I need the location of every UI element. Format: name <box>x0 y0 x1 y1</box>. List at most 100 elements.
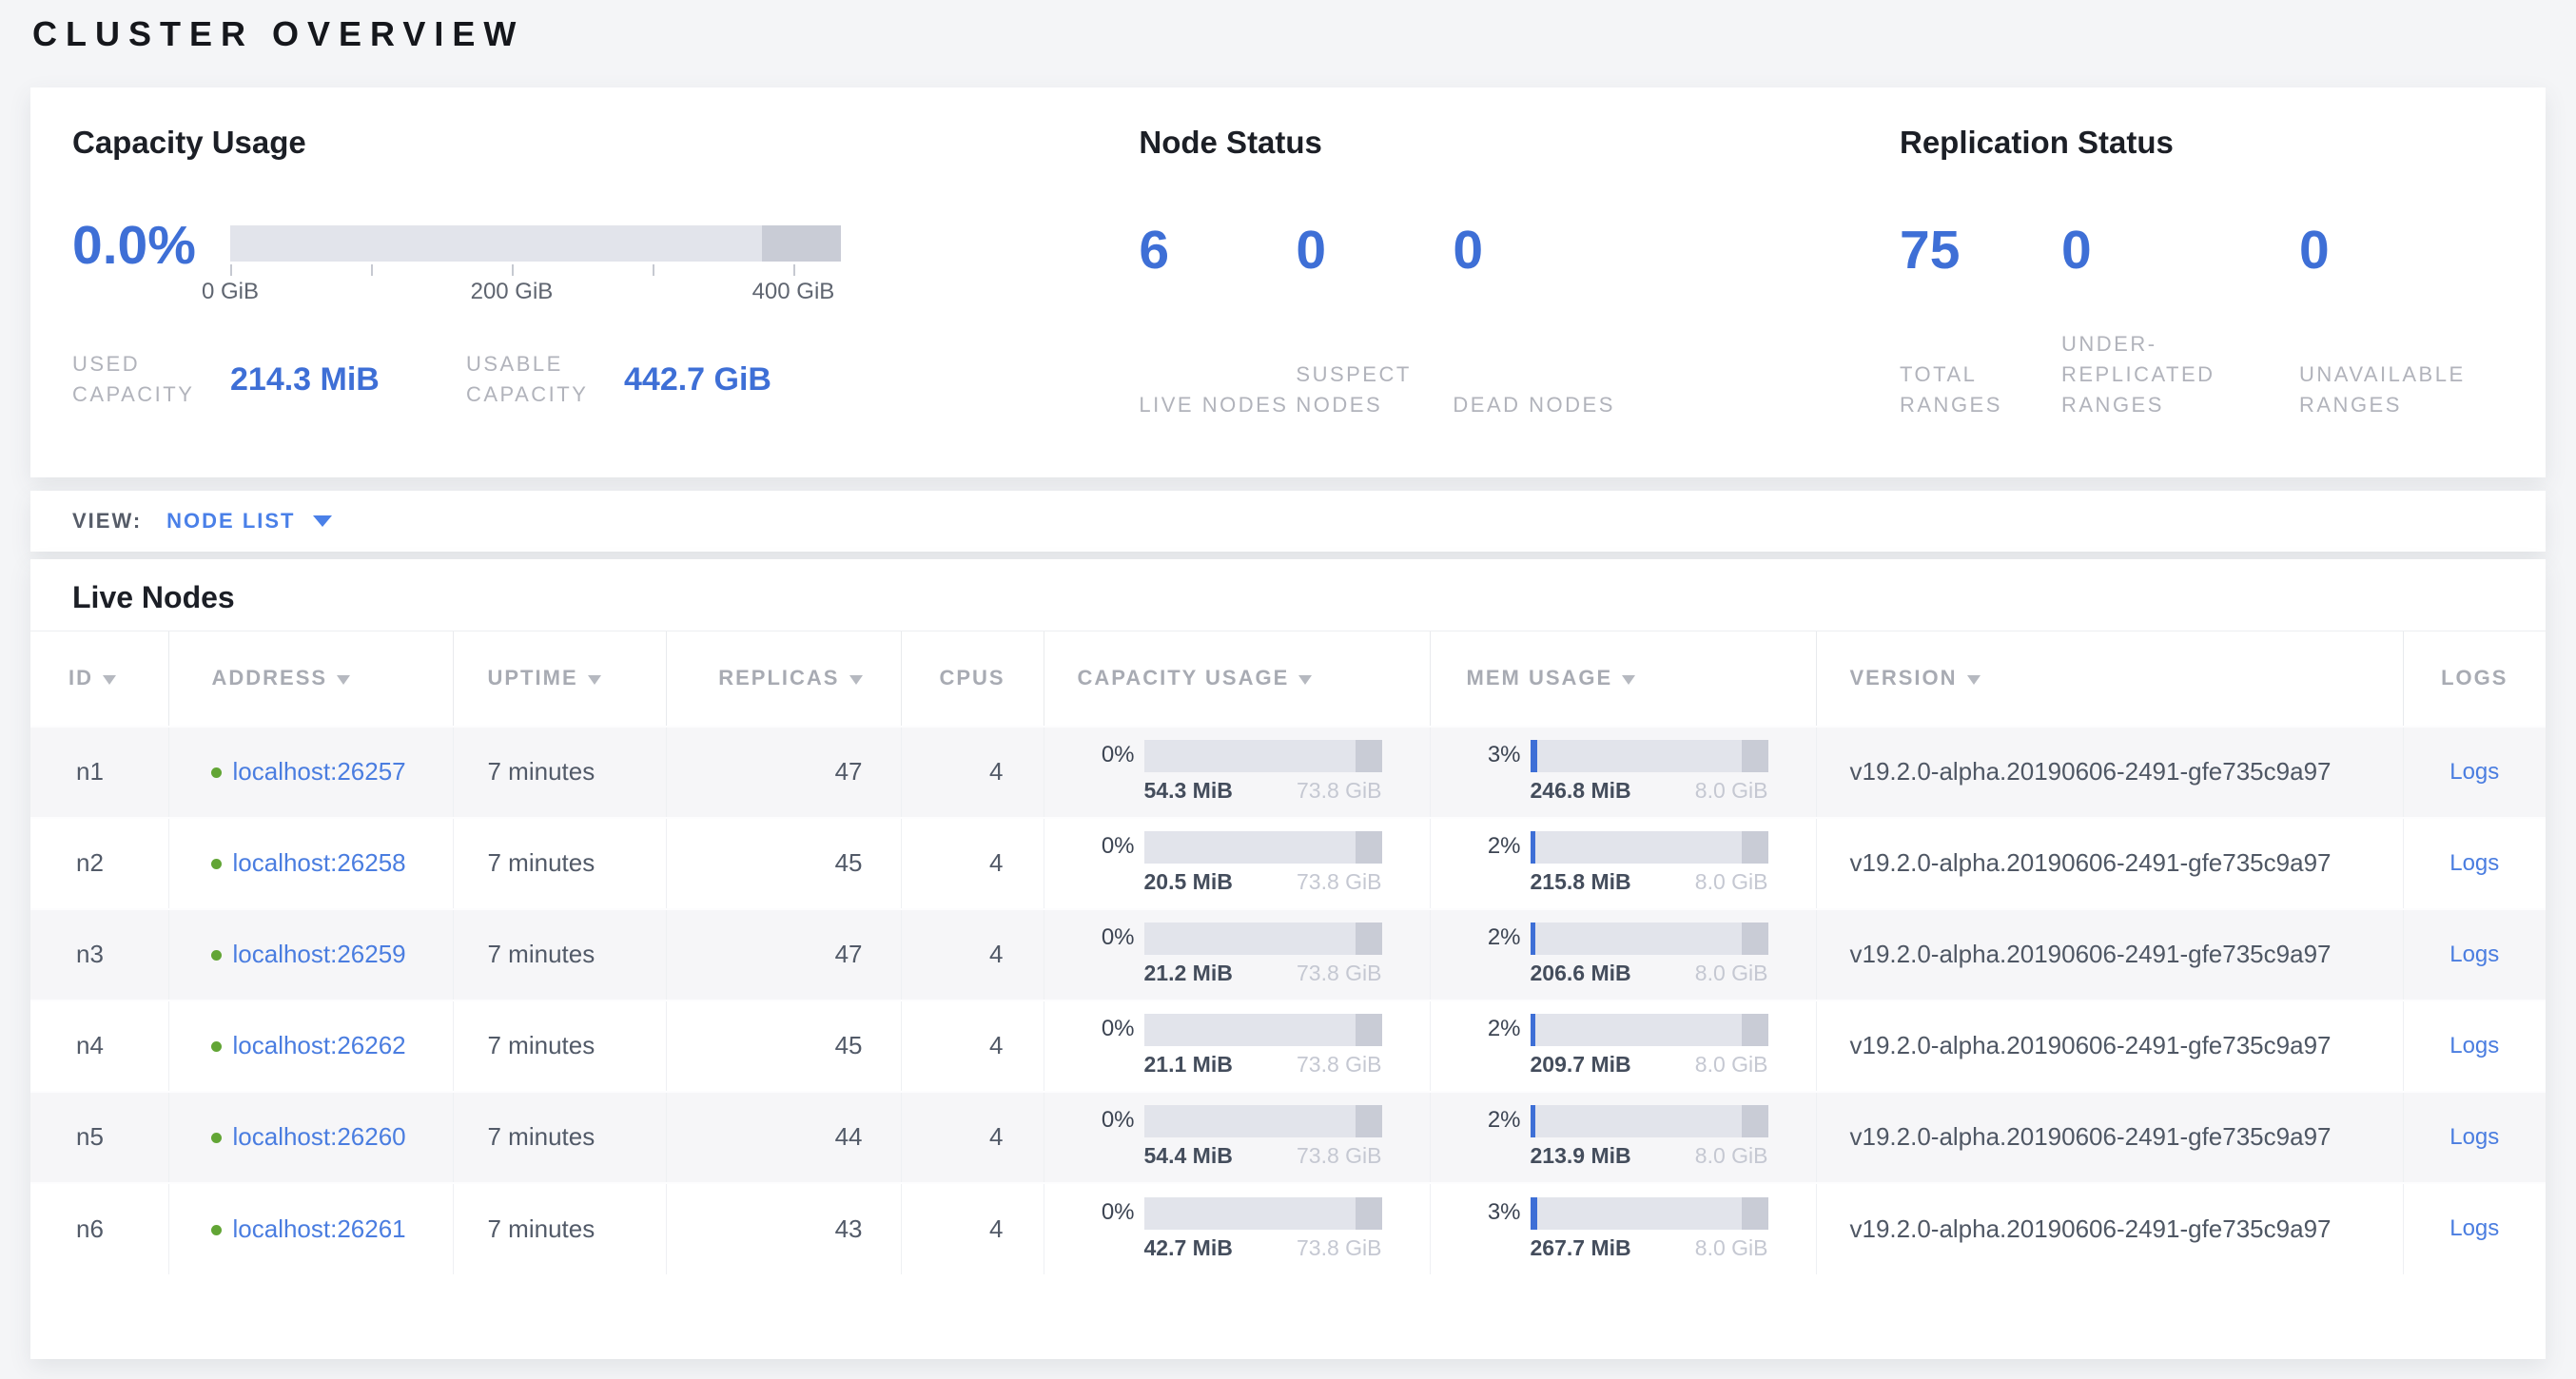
tick-label-0: 0 GiB <box>202 279 259 305</box>
mem-bar-reserved <box>1742 831 1768 864</box>
table-row: n4 localhost:26262 7 minutes 45 4 0% 21.… <box>30 1000 2546 1092</box>
node-address-link[interactable]: localhost:26259 <box>233 940 406 968</box>
sort-desc-icon <box>337 675 350 685</box>
tick-label-400: 400 GiB <box>752 279 835 305</box>
used-capacity-label: USED CAPACITY <box>72 349 230 410</box>
column-header-replicas[interactable]: REPLICAS <box>666 631 901 727</box>
node-address-link[interactable]: localhost:26262 <box>233 1031 406 1059</box>
capacity-total-value: 73.8 GiB <box>1297 1235 1382 1261</box>
mem-bar-fill <box>1531 740 1538 772</box>
total-ranges-value: 75 <box>1900 217 2061 283</box>
capacity-bar <box>1144 1105 1382 1137</box>
node-cpus: 4 <box>901 1183 1044 1274</box>
node-id: n6 <box>30 1183 168 1274</box>
node-live-dot <box>211 950 222 961</box>
sort-desc-icon <box>1622 675 1635 685</box>
chevron-down-icon <box>313 515 332 527</box>
replication-status-section: Replication Status 75 TOTAL RANGES 0 UND… <box>1900 122 2504 477</box>
mem-used-value: 206.6 MiB <box>1531 961 1631 986</box>
mem-bar <box>1531 1105 1768 1137</box>
node-cpus: 4 <box>901 818 1044 909</box>
node-live-dot <box>211 859 222 869</box>
mem-total-value: 8.0 GiB <box>1695 1143 1768 1169</box>
node-capacity-usage: 0% 54.4 MiB73.8 GiB <box>1044 1092 1430 1183</box>
suspect-nodes-label: SUSPECT NODES <box>1296 359 1453 420</box>
capacity-bar <box>1144 1197 1382 1230</box>
node-replicas: 45 <box>666 1000 901 1092</box>
used-capacity-value: 214.3 MiB <box>230 361 466 398</box>
node-cpus: 4 <box>901 727 1044 818</box>
node-logs-link[interactable]: Logs <box>2449 759 2499 785</box>
node-capacity-usage: 0% 21.1 MiB73.8 GiB <box>1044 1000 1430 1092</box>
mem-used-value: 209.7 MiB <box>1531 1052 1631 1078</box>
mem-percent-label: 2% <box>1464 1014 1521 1042</box>
capacity-total-value: 73.8 GiB <box>1297 1143 1382 1169</box>
node-id: n3 <box>30 909 168 1000</box>
node-uptime: 7 minutes <box>453 818 666 909</box>
column-header-uptime[interactable]: UPTIME <box>453 631 666 727</box>
column-header-capacity-usage[interactable]: CAPACITY USAGE <box>1044 631 1430 727</box>
view-label: VIEW: <box>72 509 142 534</box>
node-live-dot <box>211 1133 222 1143</box>
cluster-overview-page: CLUSTER OVERVIEW Capacity Usage 0.0% 0 G… <box>0 0 2576 1359</box>
column-header-version[interactable]: VERSION <box>1816 631 2403 727</box>
mem-bar-reserved <box>1742 923 1768 955</box>
unavailable-ranges-stat: 0 UNAVAILABLE RANGES <box>2299 217 2504 420</box>
node-mem-usage: 3% 246.8 MiB8.0 GiB <box>1430 727 1816 818</box>
node-mem-usage: 2% 213.9 MiB8.0 GiB <box>1430 1092 1816 1183</box>
node-version: v19.2.0-alpha.20190606-2491-gfe735c9a97 <box>1816 818 2403 909</box>
mem-bar-fill <box>1531 1197 1538 1230</box>
view-dropdown-value[interactable]: NODE LIST <box>166 509 295 534</box>
node-id: n5 <box>30 1092 168 1183</box>
replication-status-title: Replication Status <box>1900 122 2504 164</box>
cluster-summary-panel: Capacity Usage 0.0% 0 GiB 200 GiB 400 Gi… <box>30 87 2546 477</box>
node-status-section: Node Status 6 LIVE NODES 0 SUSPECT NODES… <box>1139 122 1900 477</box>
column-header-address[interactable]: ADDRESS <box>168 631 453 727</box>
sort-desc-icon <box>588 675 601 685</box>
capacity-bar <box>1144 923 1382 955</box>
node-address-link[interactable]: localhost:26260 <box>233 1122 406 1151</box>
mem-bar-reserved <box>1742 1197 1768 1230</box>
table-row: n3 localhost:26259 7 minutes 47 4 0% 21.… <box>30 909 2546 1000</box>
page-title: CLUSTER OVERVIEW <box>32 13 2546 55</box>
suspect-nodes-stat: 0 SUSPECT NODES <box>1296 217 1453 420</box>
node-address-link[interactable]: localhost:26261 <box>233 1214 406 1243</box>
node-address-link[interactable]: localhost:26258 <box>233 848 406 877</box>
node-mem-usage: 3% 267.7 MiB8.0 GiB <box>1430 1183 1816 1274</box>
table-header-row: ID ADDRESS UPTIME REPLICAS CPUS CAPACITY… <box>30 631 2546 727</box>
column-header-cpus: CPUS <box>901 631 1044 727</box>
usable-capacity-stat: USABLE CAPACITY 442.7 GiB <box>466 349 860 410</box>
mem-used-value: 213.9 MiB <box>1531 1143 1631 1169</box>
table-row: n5 localhost:26260 7 minutes 44 4 0% 54.… <box>30 1092 2546 1183</box>
node-live-dot <box>211 1041 222 1052</box>
node-logs-link[interactable]: Logs <box>2449 1124 2499 1150</box>
mem-total-value: 8.0 GiB <box>1695 1052 1768 1078</box>
mem-bar-fill <box>1531 1014 1535 1046</box>
total-ranges-label: TOTAL RANGES <box>1900 359 2061 420</box>
node-uptime: 7 minutes <box>453 1000 666 1092</box>
column-header-mem-usage[interactable]: MEM USAGE <box>1430 631 1816 727</box>
sort-desc-icon <box>103 675 116 685</box>
column-header-id[interactable]: ID <box>30 631 168 727</box>
node-address-link[interactable]: localhost:26257 <box>233 757 406 786</box>
capacity-percent-label: 0% <box>1078 1197 1135 1226</box>
capacity-bar <box>1144 1014 1382 1046</box>
total-ranges-stat: 75 TOTAL RANGES <box>1900 217 2061 420</box>
mem-bar-fill <box>1531 831 1535 864</box>
view-dropdown[interactable]: NODE LIST <box>166 509 331 534</box>
mem-total-value: 8.0 GiB <box>1695 961 1768 986</box>
node-uptime: 7 minutes <box>453 909 666 1000</box>
table-row: n2 localhost:26258 7 minutes 45 4 0% 20.… <box>30 818 2546 909</box>
node-logs-link[interactable]: Logs <box>2449 1215 2499 1241</box>
mem-bar-fill <box>1531 1105 1535 1137</box>
under-replicated-ranges-stat: 0 UNDER-REPLICATED RANGES <box>2061 217 2299 420</box>
node-cpus: 4 <box>901 1092 1044 1183</box>
node-version: v19.2.0-alpha.20190606-2491-gfe735c9a97 <box>1816 1000 2403 1092</box>
node-status-title: Node Status <box>1139 122 1900 164</box>
mem-used-value: 246.8 MiB <box>1531 778 1631 804</box>
node-logs-link[interactable]: Logs <box>2449 942 2499 967</box>
node-logs-link[interactable]: Logs <box>2449 1033 2499 1059</box>
mem-bar <box>1531 923 1768 955</box>
live-nodes-panel: Live Nodes ID ADDRESS UPTIME REPLICAS CP… <box>30 559 2546 1359</box>
node-logs-link[interactable]: Logs <box>2449 850 2499 876</box>
